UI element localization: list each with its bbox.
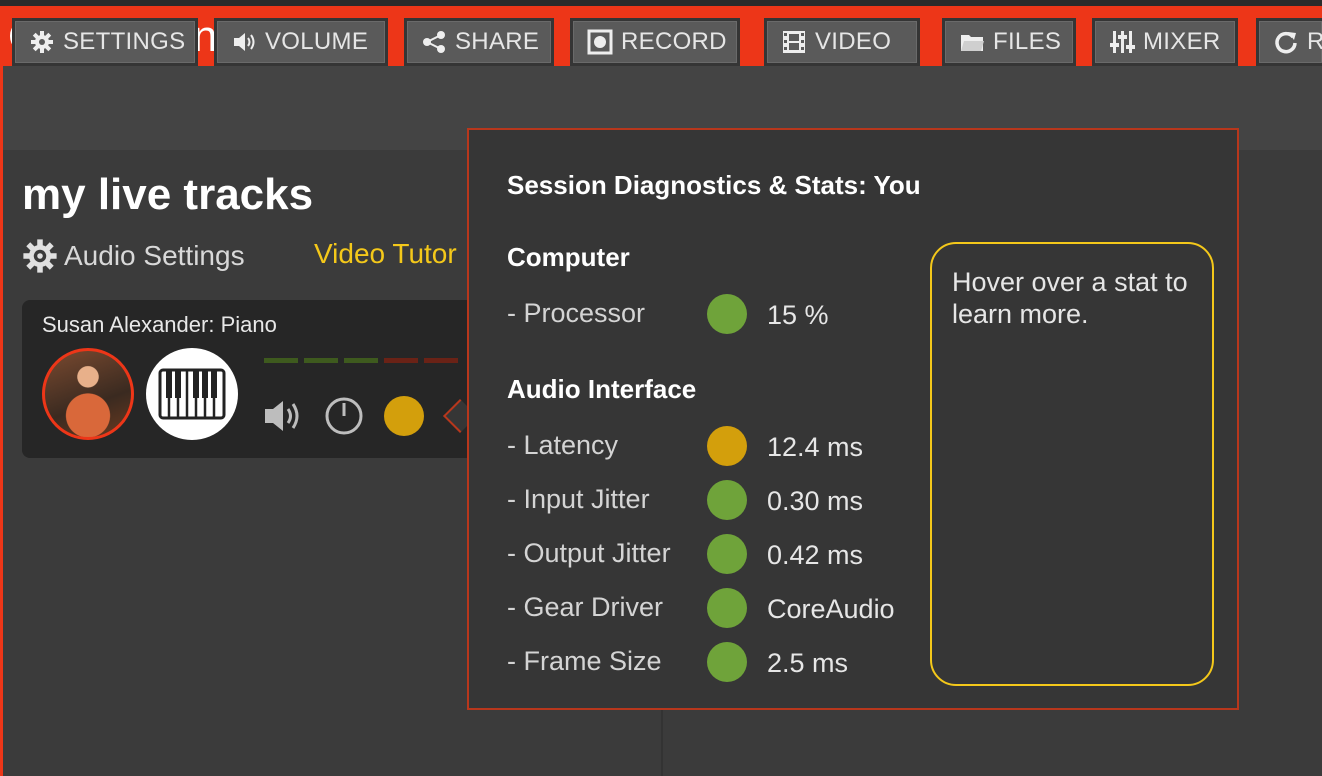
record-button-label: RECORD <box>621 28 727 55</box>
diagnostics-popup: Session Diagnostics & Stats: You Compute… <box>467 128 1239 710</box>
stat-label-output-jitter[interactable]: - Output Jitter <box>507 538 671 569</box>
resync-button[interactable]: R <box>1256 18 1322 66</box>
stat-status-dot <box>707 294 747 334</box>
stat-label-latency[interactable]: - Latency <box>507 430 618 461</box>
mixer-button-label: MIXER <box>1143 28 1221 55</box>
track-status-dot[interactable] <box>384 396 424 436</box>
share-button-label: SHARE <box>455 28 540 55</box>
gear-icon <box>31 31 53 53</box>
mixer-button[interactable]: MIXER <box>1092 18 1238 66</box>
track-pan-knob-icon[interactable] <box>322 394 366 438</box>
level-meter-segment <box>264 358 298 363</box>
panel-title: my live tracks <box>22 170 314 219</box>
stat-status-dot <box>707 588 747 628</box>
stat-status-dot <box>707 480 747 520</box>
audio-interface-section-heading: Audio Interface <box>507 374 697 404</box>
files-button[interactable]: FILES <box>942 18 1076 66</box>
stat-value-processor: 15 % <box>767 300 829 330</box>
level-meter-segment <box>304 358 338 363</box>
sliders-icon <box>1110 31 1135 53</box>
volume-button[interactable]: VOLUME <box>214 18 388 66</box>
level-meter-segment <box>424 358 458 363</box>
resync-button-label: R <box>1307 28 1322 56</box>
level-meter-segment <box>384 358 418 363</box>
stat-status-dot <box>707 534 747 574</box>
stat-value-input-jitter: 0.30 ms <box>767 486 864 516</box>
gear-icon <box>23 239 57 273</box>
stat-value-frame-size: 2.5 ms <box>767 648 849 678</box>
film-icon <box>783 31 805 53</box>
stat-value-latency: 12.4 ms <box>767 432 864 462</box>
stat-label-frame-size[interactable]: - Frame Size <box>507 646 662 677</box>
folder-icon <box>961 35 984 51</box>
avatar <box>42 348 134 440</box>
stat-label-input-jitter[interactable]: - Input Jitter <box>507 484 650 515</box>
stat-label-processor[interactable]: - Processor <box>507 298 645 329</box>
share-button[interactable]: SHARE <box>404 18 554 66</box>
audio-settings-label: Audio Settings <box>64 240 245 271</box>
video-tutorial-link[interactable]: Video Tutor <box>314 238 457 270</box>
popup-title: Session Diagnostics & Stats: You <box>507 170 921 200</box>
track-volume-icon[interactable] <box>262 394 306 438</box>
stat-value-gear-driver: CoreAudio <box>767 594 895 624</box>
record-button[interactable]: RECORD <box>570 18 740 66</box>
stat-help-box: Hover over a stat to learn more. <box>930 242 1214 686</box>
stat-status-dot <box>707 642 747 682</box>
audio-settings-link[interactable]: Audio Settings <box>22 238 245 274</box>
refresh-icon <box>1275 31 1297 54</box>
settings-button[interactable]: SETTINGS <box>12 18 198 66</box>
settings-button-label: SETTINGS <box>63 28 186 55</box>
track-name: Susan Alexander: Piano <box>42 312 277 337</box>
video-button[interactable]: VIDEO <box>764 18 920 66</box>
volume-button-label: VOLUME <box>265 28 369 55</box>
record-icon <box>587 29 613 55</box>
level-meter-segment <box>344 358 378 363</box>
video-button-label: VIDEO <box>815 28 892 55</box>
files-button-label: FILES <box>993 28 1062 55</box>
share-icon <box>423 31 445 53</box>
speaker-icon <box>234 33 255 51</box>
track-card: Susan Alexander: Piano <box>22 300 482 458</box>
stat-status-dot <box>707 426 747 466</box>
stat-label-gear-driver[interactable]: - Gear Driver <box>507 592 663 623</box>
stat-value-output-jitter: 0.42 ms <box>767 540 864 570</box>
computer-section-heading: Computer <box>507 242 630 272</box>
piano-icon <box>146 348 238 440</box>
